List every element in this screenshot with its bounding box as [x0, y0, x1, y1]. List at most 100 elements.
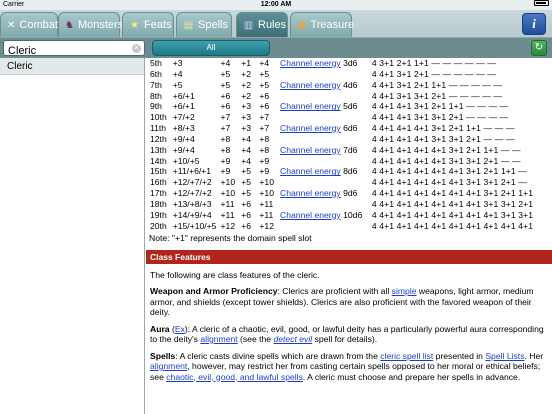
will-save-cell: +6 [259, 90, 270, 101]
intro-text: The following are class features of the … [150, 269, 320, 280]
ref-save-cell: +3 [241, 101, 251, 112]
level-cell: 18th [150, 198, 167, 209]
fort-save-cell: +4 [220, 58, 231, 68]
will-save-cell: +5 [259, 68, 270, 79]
clear-search-icon[interactable]: ✕ [132, 44, 141, 53]
spell-slots-cell: 4 4+1 3+1 2+1 — — — — — — [371, 68, 496, 79]
special-cell: Channel energy 4d6 [279, 80, 371, 91]
table-note: Note: "+1" represents the domain spell s… [149, 232, 312, 243]
fort-save-cell: +10 [220, 188, 236, 199]
all-filter-button[interactable]: All [152, 40, 270, 56]
channel-energy-link[interactable]: Channel energy [280, 188, 341, 198]
bab-cell: +6/+1 [172, 90, 195, 101]
special-cell [279, 221, 371, 232]
info-button[interactable]: i [522, 13, 546, 35]
ref-save-cell: +5 [241, 188, 251, 199]
detect-evil-link[interactable]: detect evil [273, 334, 312, 344]
ref-save-cell: +4 [241, 133, 251, 144]
spell-slots-cell: 4 4+1 4+1 4+1 4+1 4+1 4+1 3+1 3+1 2+1 [371, 198, 534, 209]
simple-link[interactable]: simple [392, 286, 417, 296]
bab-cell: +13/+8/+3 [172, 198, 212, 209]
channel-energy-link[interactable]: Channel energy [280, 166, 341, 176]
level-cell: 14th [150, 155, 167, 166]
alignment-link[interactable]: alignment [200, 334, 237, 344]
level-cell: 13th [150, 144, 167, 155]
level-cell: 11th [150, 123, 167, 134]
weapon-proficiency-title: Weapon and Armor Proficiency [150, 286, 278, 296]
channel-energy-link[interactable]: Channel energy [280, 123, 341, 133]
bab-cell: +15/+10/+5 [172, 220, 217, 231]
ref-save-cell: +2 [241, 79, 251, 90]
table-row: 5th +3 +4 +1 +4 Channel energy 3d6 4 3+1 2+1 1… [149, 58, 552, 69]
fort-save-cell: +9 [220, 155, 231, 166]
fort-save-cell: +5 [220, 68, 231, 79]
table-row: 9th +6/+1 +6 +3 +6 Channel energy 5d6 4 4+1 4+… [149, 101, 552, 112]
ref-save-cell: +3 [241, 112, 251, 123]
special-cell [279, 112, 371, 123]
will-save-cell: +11 [259, 209, 274, 220]
channel-energy-link[interactable]: Channel energy [280, 101, 341, 111]
level-cell: 9th [150, 101, 162, 112]
table-row: 11th +8/+3 +7 +3 +7 Channel energy 6d6 4 4+1 4… [149, 123, 552, 134]
monster-icon: ♞ [65, 19, 74, 31]
bab-cell: +8/+3 [172, 123, 195, 134]
channel-energy-link[interactable]: Channel energy [280, 58, 341, 68]
ex-link[interactable]: Ex [175, 324, 185, 334]
channel-dice: 6d6 [343, 123, 358, 134]
spells-paragraph: Spells: A cleric casts divine spells whi… [150, 350, 544, 382]
spell-slots-cell: 4 4+1 4+1 4+1 4+1 3+1 2+1 1+1 — — [371, 144, 521, 155]
x-icon: ✕ [7, 19, 16, 31]
will-save-cell: +7 [259, 123, 270, 134]
level-cell: 19th [150, 209, 167, 220]
search-input[interactable] [4, 44, 124, 58]
table-row: 17th +12/+7/+2 +10 +5 +10 Channel energy 9d6 4… [149, 188, 552, 199]
alignment-link-2[interactable]: alignment [150, 361, 187, 371]
fort-save-cell: +6 [220, 90, 231, 101]
fort-save-cell: +7 [220, 112, 231, 123]
will-save-cell: +5 [259, 79, 270, 90]
level-cell: 7th [150, 79, 162, 90]
channel-dice: 4d6 [343, 79, 358, 90]
spellbook-icon: ▤ [183, 19, 194, 31]
aligned-spells-link[interactable]: chaotic, evil, good, and lawful spells [166, 372, 303, 382]
ref-save-cell: +6 [241, 220, 251, 231]
level-cell: 5th [150, 58, 162, 68]
channel-dice: 5d6 [343, 101, 358, 112]
table-row: 12th +9/+4 +8 +4 +8 4 4+1 4+1 4+1 3+1 3+1 2+… [149, 134, 552, 145]
rules-icon: ▥ [243, 19, 254, 31]
tab-monsters[interactable]: ♞ Monsters [58, 12, 123, 37]
aura-paragraph: Aura (Ex): A cleric of a chaotic, evil, … [150, 323, 544, 345]
status-bar: Carrier 12:00 AM [0, 0, 552, 10]
tab-treasure[interactable]: ▣ Treasure [290, 12, 354, 37]
section-heading: Class Features [146, 249, 552, 264]
tab-rules[interactable]: ▥ Rules [236, 12, 288, 37]
spell-lists-link[interactable]: Spell Lists [485, 351, 524, 361]
tab-spells[interactable]: ▤ Spells [176, 12, 232, 37]
special-cell [279, 91, 371, 102]
table-row: 18th +13/+8/+3 +11 +6 +11 4 4+1 4+1 4+1 4+1 … [149, 199, 552, 210]
fort-save-cell: +11 [220, 209, 235, 220]
spell-slots-cell: 4 4+1 4+1 4+1 3+1 3+1 2+1 — — — [371, 133, 515, 144]
special-cell: Channel energy 10d6 [279, 210, 371, 221]
spells-title: Spells [150, 350, 176, 361]
level-cell: 16th [150, 177, 167, 188]
ref-save-cell: +6 [241, 198, 251, 209]
level-cell: 15th [150, 166, 167, 177]
bab-cell: +14/+9/+4 [172, 209, 212, 220]
channel-energy-link[interactable]: Channel energy [280, 210, 341, 220]
tab-combat[interactable]: ✕ Combat [0, 12, 58, 37]
channel-energy-link[interactable]: Channel energy [280, 80, 341, 90]
table-row: 10th +7/+2 +7 +3 +7 4 4+1 4+1 3+1 3+1 2+1 — … [149, 112, 552, 123]
tab-feats[interactable]: ★ Feats [122, 12, 174, 37]
special-cell [279, 177, 371, 188]
table-row: 14th +10/+5 +9 +4 +9 4 4+1 4+1 4+1 4+1 3+1 3… [149, 156, 552, 167]
ref-save-cell: +5 [241, 166, 251, 177]
channel-energy-link[interactable]: Channel energy [280, 145, 341, 155]
refresh-icon[interactable]: ↻ [531, 40, 547, 56]
fort-save-cell: +5 [220, 79, 231, 90]
will-save-cell: +10 [259, 177, 274, 188]
cleric-spell-list-link[interactable]: cleric spell list [380, 351, 433, 361]
spell-slots-cell: 4 4+1 3+1 2+1 1+1 — — — — — [371, 79, 503, 90]
ref-save-cell: +5 [241, 177, 251, 188]
list-item[interactable]: Cleric [0, 58, 144, 75]
